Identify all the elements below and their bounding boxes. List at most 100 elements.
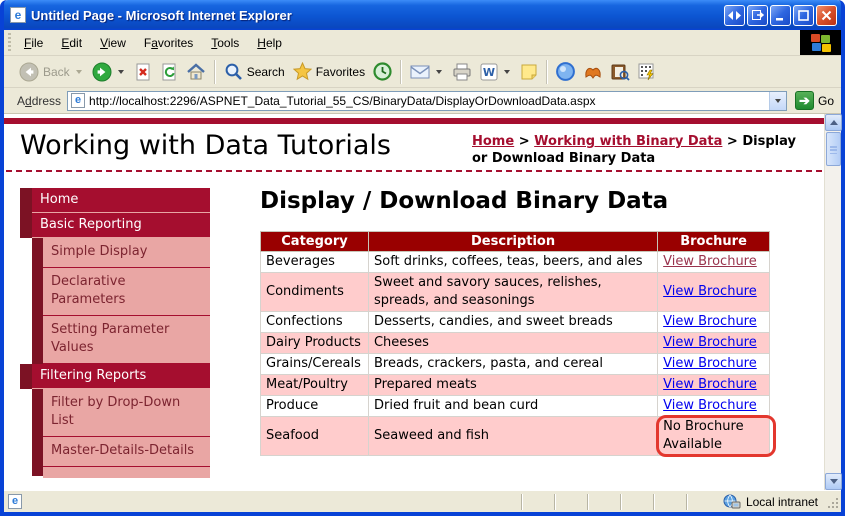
sidebar-item-home[interactable]: Home — [20, 188, 210, 213]
sidebar-shadow-strip — [32, 238, 43, 268]
sidebar-item-label: Home — [32, 188, 210, 213]
sidebar-item-label: Filtering Reports — [32, 364, 210, 389]
status-divider — [554, 494, 556, 510]
scroll-up-button[interactable] — [825, 114, 842, 131]
discuss-button[interactable] — [516, 61, 542, 83]
mail-button[interactable] — [406, 62, 448, 82]
forward-chevron-icon — [118, 70, 124, 74]
search-button[interactable]: Search — [220, 60, 289, 83]
table-header-row: Category Description Brochure — [261, 232, 770, 252]
messenger-button[interactable] — [552, 60, 579, 83]
status-divider — [620, 494, 622, 510]
brochure-cell: View Brochure — [658, 333, 770, 354]
minimize-button[interactable] — [770, 5, 791, 26]
research-button[interactable] — [607, 61, 634, 83]
address-url: http://localhost:2296/ASPNET_Data_Tutori… — [89, 94, 769, 108]
table-row-confections: ConfectionsDesserts, candies, and sweet … — [261, 312, 770, 333]
maximize-button[interactable] — [793, 5, 814, 26]
go-button[interactable]: ➔ Go — [792, 90, 837, 111]
table-row-grains-cereals: Grains/CerealsBreads, crackers, pasta, a… — [261, 354, 770, 375]
scrollbar-track[interactable] — [825, 166, 841, 473]
address-input[interactable]: e http://localhost:2296/ASPNET_Data_Tuto… — [67, 91, 787, 111]
brochure-cell: No Brochure Available — [658, 417, 770, 456]
view-brochure-link[interactable]: View Brochure — [663, 314, 757, 329]
forward-icon — [92, 62, 112, 82]
home-button[interactable] — [182, 60, 210, 84]
sidebar-item-declarative-parameters[interactable]: Declarative Parameters — [32, 268, 210, 316]
stop-button[interactable] — [130, 60, 156, 84]
menu-help[interactable]: Help — [248, 32, 291, 54]
web-page: Working with Data Tutorials Home > Worki… — [4, 114, 824, 490]
brochure-cell: View Brochure — [658, 375, 770, 396]
menu-view[interactable]: View — [91, 32, 135, 54]
window-title: Untitled Page - Microsoft Internet Explo… — [31, 8, 722, 23]
search-label: Search — [247, 65, 285, 79]
home-icon — [186, 62, 206, 82]
status-page-icon: e — [8, 494, 22, 509]
titlebar-arrows-button[interactable] — [724, 5, 745, 26]
category-cell: Confections — [261, 312, 369, 333]
sidebar-shadow-strip — [32, 316, 43, 364]
back-label: Back — [43, 65, 70, 79]
view-brochure-link[interactable]: View Brochure — [663, 398, 757, 413]
history-button[interactable] — [369, 60, 396, 83]
toolbar-separator — [400, 60, 402, 84]
sidebar-item-partial[interactable] — [32, 467, 210, 476]
view-brochure-link[interactable]: View Brochure — [663, 284, 757, 299]
view-brochure-link[interactable]: View Brochure — [663, 254, 757, 269]
table-row-seafood: SeafoodSeaweed and fishNo Brochure Avail… — [261, 417, 770, 456]
titlebar-popout-button[interactable] — [747, 5, 768, 26]
sidebar-item-label: Master-Details-Details — [43, 437, 210, 467]
sidebar-shadow-strip — [32, 268, 43, 316]
sidebar-shadow-strip — [32, 437, 43, 467]
print-icon — [452, 63, 472, 81]
msn-button[interactable] — [579, 62, 607, 82]
breadcrumb-link-binary-data[interactable]: Working with Binary Data — [534, 134, 722, 149]
vertical-scrollbar[interactable] — [824, 114, 841, 490]
address-label: Address — [17, 94, 61, 108]
favorites-button[interactable]: Favorites — [289, 60, 369, 83]
description-cell: Prepared meats — [368, 375, 657, 396]
sidebar-item-simple-display[interactable]: Simple Display — [32, 238, 210, 268]
print-button[interactable] — [448, 61, 476, 83]
refresh-button[interactable] — [156, 60, 182, 84]
scroll-down-icon — [830, 479, 838, 484]
table-row-beverages: BeveragesSoft drinks, coffees, teas, bee… — [261, 252, 770, 273]
view-brochure-link[interactable]: View Brochure — [663, 335, 757, 350]
menu-grip[interactable] — [6, 33, 13, 52]
close-button[interactable] — [816, 5, 837, 26]
scroll-down-button[interactable] — [825, 473, 842, 490]
sidebar-item-label: Basic Reporting — [32, 213, 210, 238]
favorites-star-icon — [293, 62, 312, 81]
menu-tools[interactable]: Tools — [202, 32, 248, 54]
annotation-circle — [656, 415, 776, 457]
menu-favorites[interactable]: Favorites — [135, 32, 202, 54]
edit-with-word-button[interactable]: W — [476, 61, 516, 83]
sidebar-item-label: Filter by Drop-Down List — [43, 389, 210, 437]
encoding-button[interactable] — [634, 61, 660, 83]
sidebar-item-label: Simple Display — [43, 238, 210, 268]
menu-edit[interactable]: Edit — [52, 32, 91, 54]
sidebar-item-filter-by-drop-down-list[interactable]: Filter by Drop-Down List — [32, 389, 210, 437]
msn-butterfly-icon — [583, 64, 603, 80]
back-chevron-icon — [76, 70, 82, 74]
back-button[interactable]: Back — [15, 60, 88, 84]
view-brochure-link[interactable]: View Brochure — [663, 377, 757, 392]
categories-table: Category Description Brochure BeveragesS… — [260, 231, 770, 456]
menu-file[interactable]: File — [15, 32, 52, 54]
scrollbar-thumb[interactable] — [826, 132, 841, 166]
sidebar-item-basic-reporting[interactable]: Basic Reporting — [20, 213, 210, 238]
description-cell: Breads, crackers, pasta, and cereal — [368, 354, 657, 375]
breadcrumb-link-home[interactable]: Home — [472, 134, 514, 149]
sidebar-item-setting-parameter-values[interactable]: Setting Parameter Values — [32, 316, 210, 364]
address-dropdown-button[interactable] — [769, 92, 786, 110]
sidebar-item-filtering-reports[interactable]: Filtering Reports — [20, 364, 210, 389]
menu-bar-items: FileEditViewFavoritesToolsHelp — [15, 30, 800, 55]
brochure-cell: View Brochure — [658, 354, 770, 375]
category-cell: Condiments — [261, 273, 369, 312]
resize-grip[interactable] — [826, 494, 840, 510]
mail-icon — [410, 64, 430, 80]
sidebar-item-master-details-details[interactable]: Master-Details-Details — [32, 437, 210, 467]
view-brochure-link[interactable]: View Brochure — [663, 356, 757, 371]
forward-button[interactable] — [88, 60, 130, 84]
